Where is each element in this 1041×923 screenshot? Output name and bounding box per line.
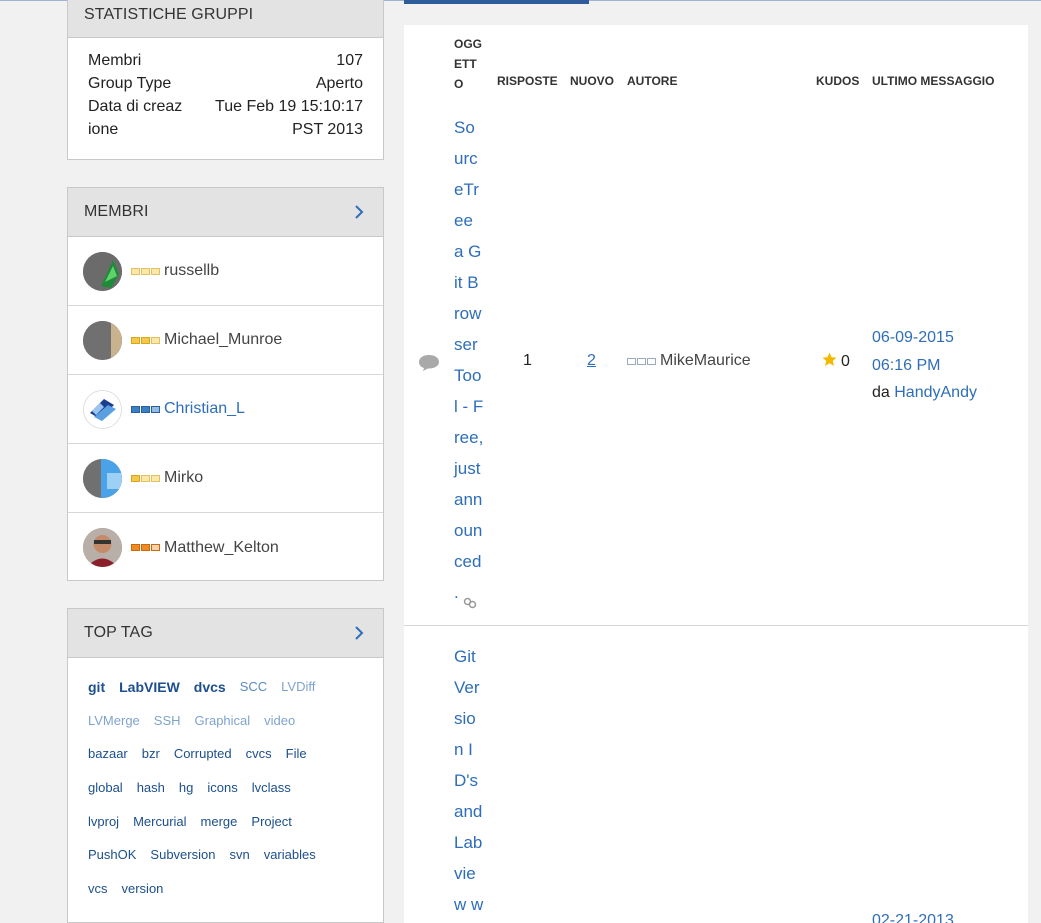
stat-label: ione — [88, 121, 119, 138]
tag-link[interactable]: vcs — [88, 881, 108, 896]
tag-link[interactable]: lvproj — [88, 814, 119, 829]
stat-value: Aperto — [315, 75, 363, 92]
tag-cloud: git LabVIEW dvcs SCC LVDiff LVMerge SSH … — [68, 658, 383, 905]
tag-link[interactable]: lvclass — [252, 780, 291, 795]
tag-link[interactable]: hash — [137, 780, 165, 795]
active-tab-indicator — [404, 0, 589, 4]
rank-badge-icon — [131, 405, 160, 413]
kudos-count: 0 — [841, 353, 850, 370]
thread-subject-link[interactable]: Git Version ID's and Labview w — [454, 641, 484, 920]
column-header-new[interactable]: NUOVO — [570, 74, 614, 88]
group-stats-panel: STATISTICHE GRUPPI Membri 107 Group Type… — [67, 0, 384, 160]
tag-link[interactable]: LVMerge — [88, 713, 140, 728]
panel-title: MEMBRI — [84, 203, 149, 220]
stat-value: PST 2013 — [292, 121, 363, 138]
link-icon — [463, 588, 477, 608]
reply-count: 1 — [523, 352, 532, 369]
author[interactable]: MikeMaurice — [627, 352, 751, 370]
avatar[interactable] — [83, 320, 122, 360]
rank-badge-icon — [131, 474, 160, 482]
member-name[interactable]: Mirko — [164, 469, 203, 487]
tag-link[interactable]: video — [264, 713, 295, 728]
member-item[interactable]: Christian_L — [68, 375, 383, 444]
stats-list: Membri 107 Group Type Aperto Data di cre… — [68, 38, 383, 141]
members-panel: MEMBRI russellb Michael_Munroe Christian… — [67, 187, 384, 581]
tag-link[interactable]: git — [88, 679, 105, 695]
tag-link[interactable]: Project — [251, 814, 291, 829]
column-header-last-message[interactable]: ULTIMO MESSAGGIO — [872, 74, 994, 88]
member-name[interactable]: russellb — [164, 262, 219, 280]
stat-label: Membri — [88, 52, 142, 69]
tag-link[interactable]: variables — [264, 847, 316, 862]
tag-link[interactable]: merge — [201, 814, 238, 829]
tag-link[interactable]: version — [122, 881, 164, 896]
member-item[interactable]: Mirko — [68, 444, 383, 513]
member-name[interactable]: Christian_L — [164, 400, 245, 418]
tag-link[interactable]: icons — [207, 780, 237, 795]
tag-link[interactable]: LabVIEW — [119, 679, 180, 695]
last-message-time[interactable]: 06:16 PM — [872, 352, 977, 380]
stat-label: Data di creaz — [88, 98, 183, 115]
star-icon — [822, 352, 837, 372]
table-row: SourceTree a Git Browser Tool - Free, ju… — [404, 110, 1028, 626]
panel-title: STATISTICHE GRUPPI — [84, 6, 254, 23]
tag-link[interactable]: LVDiff — [281, 679, 315, 694]
top-tags-panel: TOP TAG git LabVIEW dvcs SCC LVDiff LVMe… — [67, 608, 384, 923]
panel-header[interactable]: TOP TAG — [68, 609, 383, 658]
tag-link[interactable]: Corrupted — [174, 746, 232, 761]
rank-badge-icon — [627, 357, 656, 365]
member-item[interactable]: Michael_Munroe — [68, 306, 383, 375]
tag-link[interactable]: global — [88, 780, 123, 795]
by-prefix: da — [872, 384, 890, 401]
tag-link[interactable]: dvcs — [194, 679, 226, 695]
last-message-date[interactable]: 02-21-2013 — [872, 912, 954, 923]
author-name[interactable]: MikeMaurice — [660, 352, 751, 370]
tag-link[interactable]: cvcs — [246, 746, 272, 761]
message-board: OGGETTO RISPOSTE NUOVO AUTORE KUDOS ULTI… — [404, 25, 1028, 923]
tag-link[interactable]: Graphical — [195, 713, 251, 728]
column-header-kudos[interactable]: KUDOS — [816, 74, 859, 88]
chevron-right-icon[interactable] — [351, 625, 367, 641]
panel-header[interactable]: MEMBRI — [68, 188, 383, 237]
tag-link[interactable]: svn — [229, 847, 249, 862]
kudos: 0 — [822, 352, 850, 372]
chevron-right-icon[interactable] — [351, 204, 367, 220]
new-count-link[interactable]: 2 — [587, 352, 596, 370]
rank-badge-icon — [131, 267, 160, 275]
tag-link[interactable]: Subversion — [150, 847, 215, 862]
tag-link[interactable]: bazaar — [88, 746, 128, 761]
column-header-subject[interactable]: OGGETTO — [454, 34, 484, 94]
last-message-date[interactable]: 06-09-2015 — [872, 324, 977, 352]
tag-link[interactable]: SSH — [154, 713, 181, 728]
tag-link[interactable]: Mercurial — [133, 814, 186, 829]
rank-badge-icon — [131, 544, 160, 551]
tag-link[interactable]: bzr — [142, 746, 160, 761]
member-item[interactable]: Matthew_Kelton — [68, 513, 383, 582]
avatar[interactable] — [83, 389, 122, 429]
thread-subject-link[interactable]: SourceTree a Git Browser Tool - Free, ju… — [454, 112, 484, 608]
table-row: Git Version ID's and Labview w 02-21-201… — [404, 641, 1028, 923]
tag-link[interactable]: PushOK — [88, 847, 136, 862]
stat-value: 107 — [336, 52, 363, 69]
member-name[interactable]: Matthew_Kelton — [164, 539, 279, 557]
speech-bubble-icon — [418, 354, 440, 372]
panel-header: STATISTICHE GRUPPI — [68, 0, 383, 38]
tag-link[interactable]: hg — [179, 780, 193, 795]
member-name[interactable]: Michael_Munroe — [164, 331, 282, 349]
tag-link[interactable]: SCC — [240, 679, 267, 694]
avatar[interactable] — [83, 528, 122, 567]
column-header-replies[interactable]: RISPOSTE — [497, 74, 558, 88]
tag-link[interactable]: File — [286, 746, 307, 761]
avatar[interactable] — [83, 251, 122, 291]
column-header-author[interactable]: AUTORE — [627, 74, 677, 88]
stat-label: Group Type — [88, 75, 172, 92]
avatar[interactable] — [83, 458, 122, 498]
member-item[interactable]: russellb — [68, 237, 383, 306]
panel-title: TOP TAG — [84, 624, 153, 641]
stat-value: Tue Feb 19 15:10:17 — [215, 98, 363, 115]
rank-badge-icon — [131, 336, 160, 344]
last-message: 06-09-2015 06:16 PM da HandyAndy — [872, 324, 977, 407]
last-message-user-link[interactable]: HandyAndy — [894, 384, 977, 401]
